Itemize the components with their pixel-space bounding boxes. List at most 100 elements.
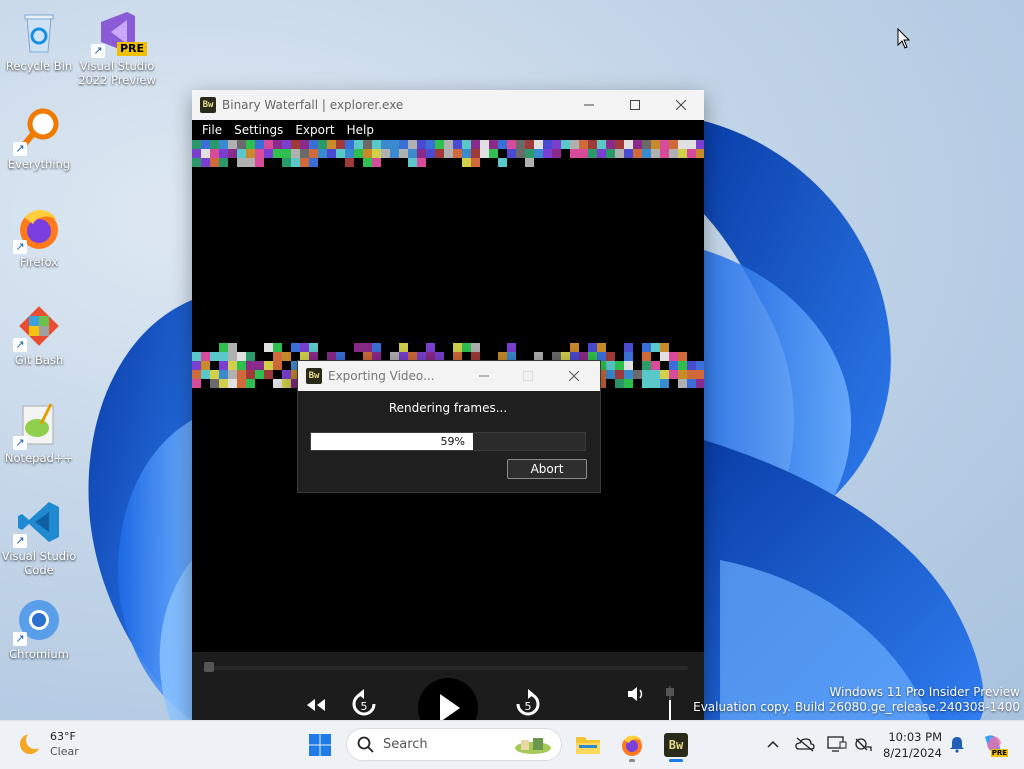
waterfall-pixel [660,379,669,388]
waterfall-pixel [264,140,273,149]
desktop-icon-everything[interactable]: ↗ Everything [0,106,78,171]
waterfall-pixel [408,158,417,167]
desktop-icon-label: Recycle Bin [5,59,73,73]
waterfall-pixel [543,140,552,149]
waterfall-pixel [453,149,462,158]
waterfall-pixel [633,149,642,158]
waterfall-pixel [228,379,237,388]
weather-condition: Clear [50,745,79,758]
onedrive-tray[interactable] [794,733,816,755]
forward-5-button[interactable]: 5 [508,686,548,722]
waterfall-pixel [408,149,417,158]
waterfall-pixel [471,158,480,167]
waterfall-pixel [597,149,606,158]
waterfall-pixel [606,361,615,370]
waterfall-pixel [444,140,453,149]
waterfall-pixel [201,140,210,149]
waterfall-pixel [444,149,453,158]
taskbar-file-explorer[interactable] [570,727,606,763]
waterfall-pixel [669,149,678,158]
progress-label: 59% [440,435,465,448]
watermark-line-1: Windows 11 Pro Insider Preview [829,685,1020,699]
waterfall-pixel [246,149,255,158]
waterfall-pixel [372,343,381,352]
waterfall-pixel [642,352,651,361]
maximize-button[interactable] [612,90,658,120]
waterfall-pixel [570,149,579,158]
waterfall-pixel [651,149,660,158]
waterfall-pixel [435,140,444,149]
waterfall-pixel [390,149,399,158]
menu-file[interactable]: File [196,123,228,137]
taskbar-clock[interactable]: 10:03 PM 8/21/2024 [880,729,942,761]
waterfall-pixel [516,149,525,158]
menu-settings[interactable]: Settings [228,123,289,137]
window-titlebar[interactable]: Bw Binary Waterfall | explorer.exe [192,90,704,120]
desktop-icon-label: Firefox [19,255,59,269]
dialog-titlebar[interactable]: Bw Exporting Video... [298,361,600,391]
dialog-minimize-button[interactable] [462,361,506,391]
waterfall-pixel [579,140,588,149]
waterfall-pixel [219,370,228,379]
copilot-button[interactable]: PRE [980,733,1008,757]
waterfall-pixel [228,140,237,149]
waterfall-pixel [219,158,228,167]
waterfall-pixel [300,158,309,167]
window-title: Binary Waterfall | explorer.exe [222,98,404,112]
waterfall-pixel [552,149,561,158]
waterfall-pixel [624,370,633,379]
show-hidden-icons-button[interactable] [762,733,784,755]
volume-slider[interactable] [666,686,674,722]
waterfall-pixel [678,352,687,361]
menu-help[interactable]: Help [341,123,380,137]
abort-button[interactable]: Abort [507,459,587,479]
rewind-5-button[interactable]: 5 [344,686,384,722]
volume-button[interactable] [624,684,648,704]
waterfall-pixel [201,361,210,370]
waterfall-pixel [453,140,462,149]
waterfall-pixel [354,140,363,149]
desktop-icon-vscode[interactable]: ↗ Visual Studio Code [0,498,78,577]
play-button[interactable] [416,678,480,722]
waterfall-pixel [642,140,651,149]
desktop-icon-chromium[interactable]: ↗ Chromium [0,596,78,661]
weather-widget[interactable]: 63°F Clear [18,729,79,759]
file-explorer-icon [576,737,600,754]
desktop-icon-visual-studio-preview[interactable]: PRE ↗ Visual Studio 2022 Preview [78,8,156,87]
taskbar-binary-waterfall[interactable]: Bw [658,727,694,763]
waterfall-pixel [669,140,678,149]
start-button[interactable] [302,727,338,763]
waterfall-pixel [651,379,660,388]
network-tray[interactable] [852,733,874,755]
waterfall-pixel [219,379,228,388]
desktop-icon-notepad-plus-plus[interactable]: ↗ Notepad++ [0,400,78,465]
weather-temperature: 63°F [50,730,76,743]
minimize-button[interactable] [566,90,612,120]
seek-handle[interactable] [204,662,214,672]
display-tray[interactable] [826,733,848,755]
desktop-icon-git-bash[interactable]: ↗ Git Bash [0,302,78,367]
waterfall-pixel [363,343,372,352]
waterfall-pixel [651,370,660,379]
chromium-icon: ↗ [13,596,63,646]
desktop-icon-recycle-bin[interactable]: Recycle Bin [0,8,78,73]
waterfall-pixel [489,149,498,158]
waterfall-pixel [642,149,651,158]
taskbar-firefox[interactable] [614,727,650,763]
waterfall-pixel [282,158,291,167]
waterfall-pixel [471,343,480,352]
waterfall-pixel [462,158,471,167]
menu-export[interactable]: Export [289,123,340,137]
dialog-close-button[interactable] [552,361,596,391]
playback-controls: 5 5 [192,652,704,722]
close-button[interactable] [658,90,704,120]
waterfall-pixel [273,352,282,361]
waterfall-pixel [219,140,228,149]
skip-back-button[interactable] [302,692,328,718]
waterfall-pixel [210,370,219,379]
notifications-button[interactable] [946,733,968,755]
seek-track[interactable] [208,666,688,670]
desktop-icon-firefox[interactable]: ↗ Firefox [0,204,78,269]
waterfall-pixel [309,149,318,158]
taskbar-search-box[interactable]: Search [346,728,562,761]
